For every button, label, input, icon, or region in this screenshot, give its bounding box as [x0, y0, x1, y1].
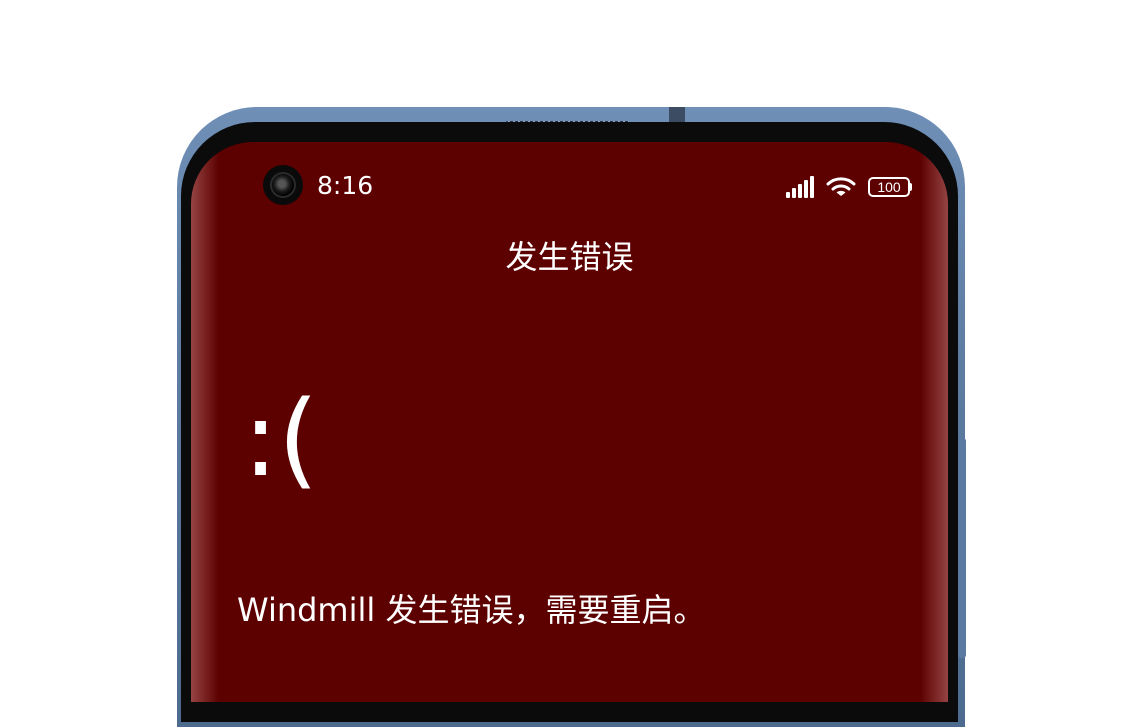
wifi-icon: [826, 176, 856, 198]
cellular-signal-icon: [786, 176, 814, 198]
side-button: [958, 438, 966, 658]
front-camera-icon: [263, 165, 303, 205]
error-message: Windmill 发生错误，需要重启。: [237, 591, 706, 629]
camera-lens: [272, 174, 294, 196]
battery-level: 100: [877, 179, 901, 195]
battery-icon: 100: [868, 177, 912, 197]
error-screen: 8:16 100 发生错误 :( Windmill 发生错误，需要重启。: [191, 142, 948, 702]
page-title: 发生错误: [505, 238, 634, 276]
sad-face-emoticon: :(: [243, 378, 319, 500]
status-time: 8:16: [317, 171, 374, 200]
status-icons: 100: [786, 174, 912, 198]
